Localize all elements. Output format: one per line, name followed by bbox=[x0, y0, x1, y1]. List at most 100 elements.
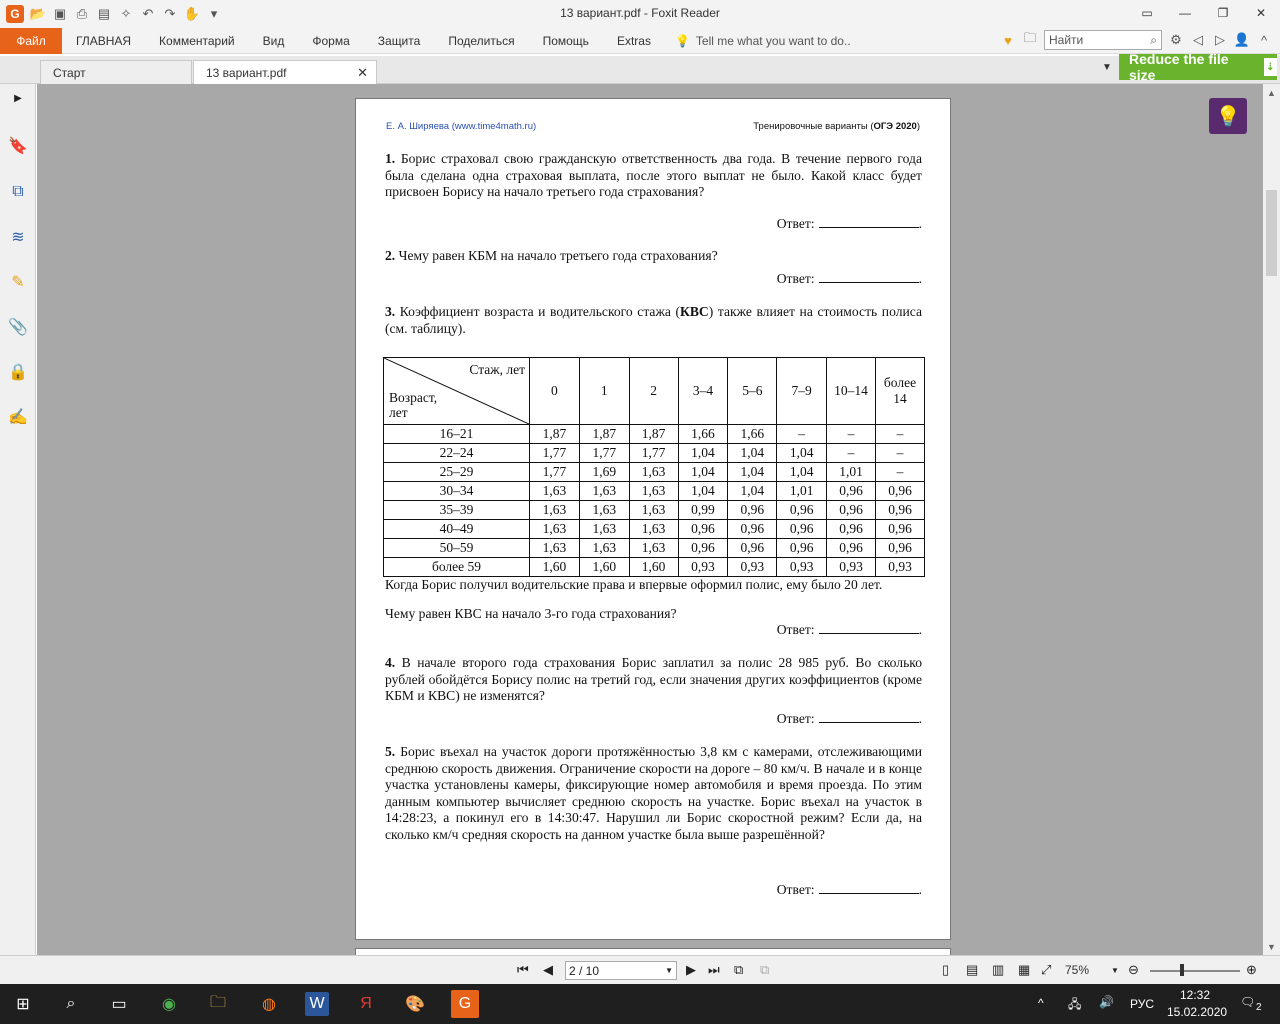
print-icon[interactable]: ⎙ bbox=[74, 6, 90, 22]
zoom-dropdown-icon[interactable]: ▼ bbox=[1111, 966, 1119, 975]
menu-protect[interactable]: Защита bbox=[364, 34, 435, 48]
lock-icon[interactable]: 🔒 bbox=[8, 362, 28, 382]
layers-icon[interactable]: ≋ bbox=[8, 227, 28, 247]
chrome-icon[interactable]: ◉ bbox=[157, 992, 181, 1016]
zoom-slider-thumb[interactable] bbox=[1180, 964, 1184, 976]
user-icon[interactable]: 👤 bbox=[1234, 32, 1250, 48]
minimize-button[interactable]: — bbox=[1166, 0, 1204, 26]
close-icon[interactable]: ✕ bbox=[357, 65, 368, 81]
menu-form[interactable]: Форма bbox=[298, 34, 363, 48]
first-page-icon[interactable]: ⏮ bbox=[517, 962, 529, 978]
chevron-down-icon[interactable]: ▼ bbox=[665, 966, 673, 975]
gear-icon[interactable]: ⚙ bbox=[1168, 32, 1184, 48]
close-button[interactable]: ✕ bbox=[1242, 0, 1280, 26]
scroll-down-icon[interactable]: ▼ bbox=[1267, 942, 1276, 952]
clock-date[interactable]: 15.02.2020 bbox=[1167, 1005, 1227, 1019]
clock-time[interactable]: 12:32 bbox=[1180, 988, 1210, 1002]
scroll-thumb[interactable] bbox=[1266, 190, 1277, 276]
previous-page-icon[interactable]: ◀ bbox=[543, 962, 553, 978]
scroll-up-icon[interactable]: ▲ bbox=[1267, 88, 1276, 98]
bookmark-icon[interactable]: 🔖 bbox=[8, 136, 28, 156]
tell-me-box[interactable]: 💡 Tell me what you want to do.. bbox=[675, 34, 851, 48]
network-icon[interactable]: 🖧 bbox=[1068, 995, 1081, 1016]
signature-icon[interactable]: ✍ bbox=[8, 407, 28, 427]
volume-icon[interactable]: 🔊 bbox=[1099, 995, 1114, 1009]
last-page-icon[interactable]: ⏭ bbox=[708, 962, 720, 978]
next-icon[interactable]: ▷ bbox=[1212, 32, 1228, 48]
zoom-in-icon[interactable]: ⊕ bbox=[1246, 962, 1257, 978]
zoom-slider[interactable] bbox=[1150, 970, 1240, 972]
value-cell: 1,63 bbox=[628, 538, 679, 558]
ribbon-toggle-icon[interactable]: ▭ bbox=[1128, 0, 1166, 26]
attachment-icon[interactable]: 📎 bbox=[8, 317, 28, 337]
value-cell: 1,04 bbox=[727, 481, 778, 501]
open-icon[interactable]: 📂 bbox=[30, 6, 46, 22]
facing-icon[interactable]: ▥ bbox=[992, 962, 1004, 978]
file-tab[interactable]: Файл bbox=[0, 27, 62, 54]
menu-comment[interactable]: Комментарий bbox=[145, 34, 249, 48]
firefox-icon[interactable]: ◍ bbox=[257, 992, 281, 1016]
language-indicator[interactable]: РУС bbox=[1130, 997, 1154, 1011]
value-cell: 1,04 bbox=[677, 481, 729, 501]
menu-help[interactable]: Помощь bbox=[529, 34, 603, 48]
file-explorer-icon[interactable]: 🗀 bbox=[206, 992, 230, 1016]
menu-view[interactable]: Вид bbox=[249, 34, 299, 48]
heart-icon[interactable]: ♥ bbox=[1000, 32, 1016, 48]
previous-icon[interactable]: ◁ bbox=[1190, 32, 1206, 48]
fit-icon[interactable]: ⤢ bbox=[1041, 962, 1051, 978]
suggestion-lightbulb-icon[interactable]: 💡 bbox=[1209, 98, 1247, 134]
continuous-icon[interactable]: ▤ bbox=[966, 962, 978, 978]
value-cell: 0,96 bbox=[677, 519, 729, 539]
zoom-level[interactable]: 75% bbox=[1065, 963, 1089, 977]
column-header: более 14 bbox=[875, 357, 925, 425]
search-input[interactable]: Найти ⌕ bbox=[1044, 30, 1162, 50]
search-icon[interactable]: ⌕ bbox=[1150, 33, 1157, 48]
single-page-icon[interactable]: ▯ bbox=[942, 962, 949, 978]
reduce-file-size-button[interactable]: Reduce the file size ⇣ bbox=[1119, 51, 1277, 83]
task-view-icon[interactable]: ▭ bbox=[107, 992, 131, 1016]
tab-list-chevron-down-icon[interactable]: ▼ bbox=[1102, 62, 1112, 73]
zoom-out-icon[interactable]: ⊖ bbox=[1128, 962, 1139, 978]
document-viewport[interactable]: Е. А. Ширяева (www.time4math.ru) Трениро… bbox=[37, 84, 1263, 955]
navigation-panel: ▶ 🔖 ⧉ ≋ ✎ 📎 🔒 ✍ bbox=[0, 84, 36, 955]
next-view-icon[interactable]: ⧉ bbox=[760, 962, 769, 978]
new-icon[interactable]: ✧ bbox=[118, 6, 134, 22]
page-number-field[interactable]: 2 / 10 ▼ bbox=[565, 961, 677, 980]
tab-document[interactable]: 13 вариант.pdf ✕ bbox=[193, 60, 377, 84]
hand-tool-icon[interactable]: ✋ bbox=[184, 6, 200, 22]
properties-icon[interactable]: ▤ bbox=[96, 6, 112, 22]
value-cell: 1,60 bbox=[628, 557, 679, 577]
folder-search-icon[interactable]: 🗀 bbox=[1022, 30, 1038, 48]
notifications-icon[interactable]: 🗨 bbox=[1240, 995, 1255, 1009]
value-cell: 0,96 bbox=[875, 500, 925, 520]
menu-home[interactable]: ГЛАВНАЯ bbox=[62, 34, 145, 48]
windows-start-icon[interactable]: ⊞ bbox=[11, 992, 35, 1016]
tab-start[interactable]: Старт bbox=[40, 60, 192, 84]
customize-icon[interactable]: ▾ bbox=[206, 6, 222, 22]
search-icon[interactable]: ⌕ bbox=[59, 992, 83, 1016]
pages-icon[interactable]: ⧉ bbox=[8, 182, 28, 202]
comments-icon[interactable]: ✎ bbox=[8, 272, 28, 292]
expand-panel-icon[interactable]: ▶ bbox=[8, 88, 28, 108]
previous-view-icon[interactable]: ⧉ bbox=[734, 962, 743, 978]
paint-icon[interactable]: 🎨 bbox=[403, 992, 427, 1016]
word-icon[interactable]: W bbox=[305, 992, 329, 1016]
collapse-ribbon-icon[interactable]: ^ bbox=[1256, 32, 1272, 48]
menu-share[interactable]: Поделиться bbox=[434, 34, 528, 48]
restore-button[interactable]: ❐ bbox=[1204, 0, 1242, 26]
task-2-answer: Ответ:. bbox=[776, 271, 922, 286]
continuous-facing-icon[interactable]: ▦ bbox=[1018, 962, 1030, 978]
value-cell: 1,04 bbox=[727, 443, 778, 463]
save-icon[interactable]: ▣ bbox=[52, 6, 68, 22]
undo-icon[interactable]: ↶ bbox=[140, 6, 156, 22]
foxit-taskbar-icon[interactable]: G bbox=[451, 990, 479, 1018]
menu-extras[interactable]: Extras bbox=[603, 34, 665, 48]
task-2: 2. Чему равен КБМ на начало третьего год… bbox=[385, 248, 922, 265]
show-hidden-icons-icon[interactable]: ^ bbox=[1038, 996, 1044, 1010]
next-page-icon[interactable]: ▶ bbox=[686, 962, 696, 978]
redo-icon[interactable]: ↷ bbox=[162, 6, 178, 22]
yandex-icon[interactable]: Я bbox=[354, 992, 378, 1016]
vertical-scrollbar[interactable]: ▲ ▼ bbox=[1263, 84, 1280, 955]
value-cell: 0,96 bbox=[826, 500, 876, 520]
foxit-logo-icon[interactable]: G bbox=[6, 5, 24, 23]
